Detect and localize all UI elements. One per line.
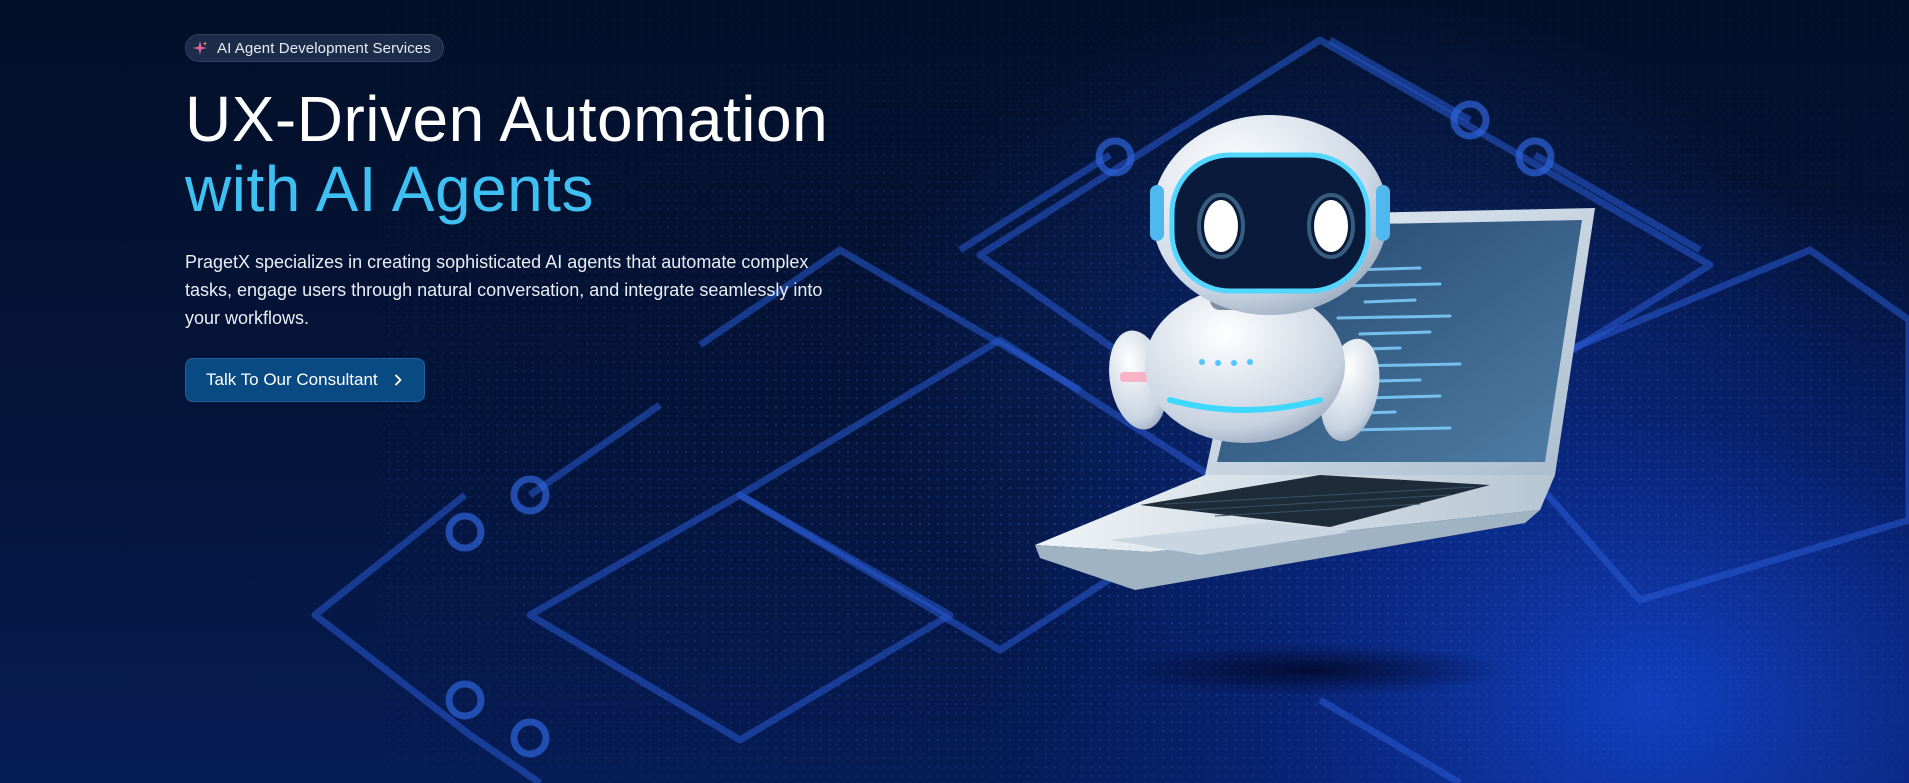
service-badge: AI Agent Development Services	[185, 34, 444, 62]
sparkle-icon	[193, 41, 207, 55]
talk-to-consultant-button[interactable]: Talk To Our Consultant	[185, 358, 425, 402]
cta-label: Talk To Our Consultant	[206, 370, 378, 389]
robot-laptop-illustration	[1035, 115, 1595, 696]
badge-label: AI Agent Development Services	[217, 39, 431, 57]
headline-line-1: UX-Driven Automation	[185, 83, 829, 155]
page-title: UX-Driven Automation with AI Agents	[185, 84, 945, 224]
headline-line-2: with AI Agents	[185, 153, 595, 225]
hero-section: AI Agent Development Services UX-Driven …	[0, 0, 1909, 783]
hero-content: AI Agent Development Services UX-Driven …	[185, 34, 945, 402]
chevron-right-icon	[394, 374, 402, 386]
hero-description: PragetX specializes in creating sophisti…	[185, 252, 823, 328]
